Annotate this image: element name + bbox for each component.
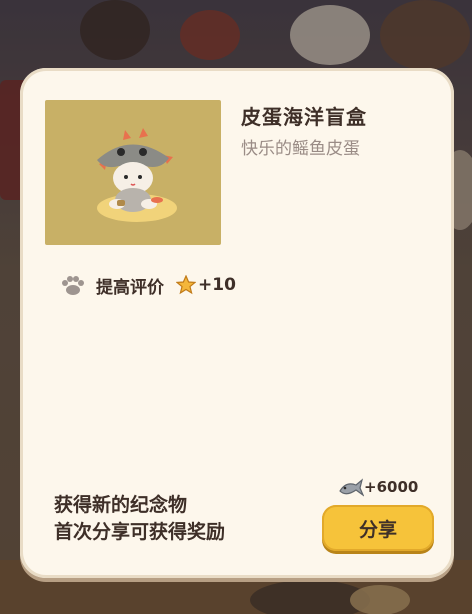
rating-reward-row: 提高评价 +10 <box>60 272 236 298</box>
memento-message-line1: 获得新的纪念物 <box>54 494 188 516</box>
share-reward: +6000 <box>338 477 418 497</box>
rating-value: +10 <box>198 275 236 295</box>
paw-icon <box>62 276 84 295</box>
cat-in-ray-hat-icon <box>97 128 177 222</box>
memento-message-line2: 首次分享可获得奖励 <box>54 521 226 543</box>
item-subtitle: 快乐的鳐鱼皮蛋 <box>241 139 360 159</box>
share-reward-amount: +6000 <box>364 478 419 496</box>
fish-icon <box>339 478 364 497</box>
memento-message: 获得新的纪念物 首次分享可获得奖励 <box>54 492 225 546</box>
rating-label: 提高评价 <box>96 277 164 298</box>
share-button[interactable]: 分享 <box>322 505 434 551</box>
item-thumbnail <box>45 100 221 245</box>
star-icon <box>176 275 196 295</box>
item-title: 皮蛋海洋盲盒 <box>241 105 367 129</box>
